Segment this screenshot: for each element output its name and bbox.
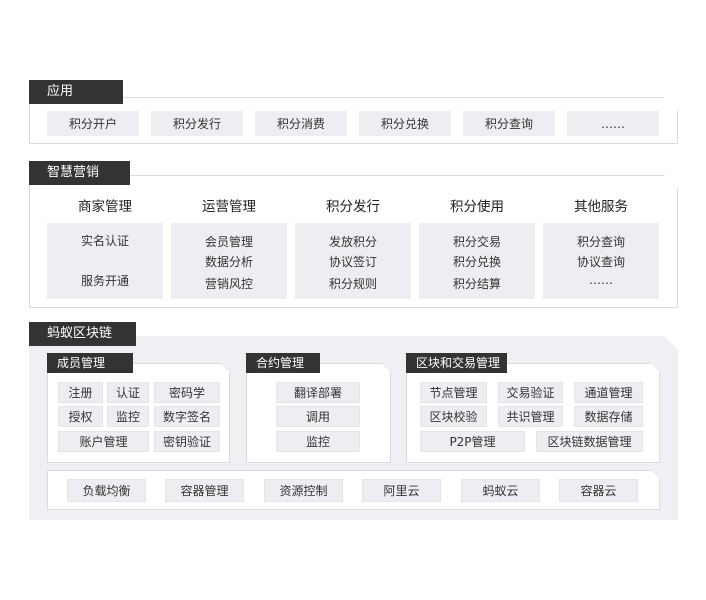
member-item[interactable]: 认证 <box>107 382 149 403</box>
marketing-item[interactable]: 服务开通 <box>47 272 163 289</box>
member-management-title: 成员管理 <box>47 353 133 373</box>
marketing-heading-issue: 积分发行 <box>326 199 380 215</box>
infra-item[interactable]: 资源控制 <box>264 479 343 502</box>
marketing-item[interactable]: 协议查询 <box>543 253 659 270</box>
member-item[interactable]: 数字签名 <box>154 406 220 427</box>
block-transaction-title: 区块和交易管理 <box>406 353 507 373</box>
app-item-more[interactable]: …… <box>567 111 659 136</box>
infra-item[interactable]: 蚂蚁云 <box>461 479 540 502</box>
marketing-heading-other: 其他服务 <box>574 199 628 215</box>
block-item[interactable]: 区块校验 <box>420 406 487 427</box>
marketing-item[interactable]: 营销风控 <box>171 275 287 292</box>
marketing-item[interactable]: 积分结算 <box>419 275 535 292</box>
contract-item[interactable]: 翻译部署 <box>276 382 360 403</box>
block-item[interactable]: 交易验证 <box>498 382 563 403</box>
marketing-item[interactable]: 积分兑换 <box>419 253 535 270</box>
blockchain-section-title: 蚂蚁区块链 <box>29 322 136 346</box>
block-item[interactable]: 共识管理 <box>498 406 563 427</box>
marketing-item-more[interactable]: …… <box>543 273 659 287</box>
contract-item[interactable]: 调用 <box>276 406 360 427</box>
block-item[interactable]: 通道管理 <box>574 382 643 403</box>
app-item[interactable]: 积分查询 <box>463 111 555 136</box>
infra-item[interactable]: 阿里云 <box>362 479 441 502</box>
block-item[interactable]: 数据存储 <box>574 406 643 427</box>
marketing-heading-usage: 积分使用 <box>450 199 504 215</box>
marketing-item[interactable]: 实名认证 <box>47 232 163 249</box>
member-item[interactable]: 监控 <box>107 406 149 427</box>
marketing-item[interactable]: 发放积分 <box>295 233 411 250</box>
marketing-item[interactable]: 数据分析 <box>171 253 287 270</box>
member-item[interactable]: 密码学 <box>154 382 220 403</box>
app-item[interactable]: 积分消费 <box>255 111 347 136</box>
block-item[interactable]: P2P管理 <box>420 431 525 452</box>
app-item[interactable]: 积分开户 <box>47 111 139 136</box>
marketing-item[interactable]: 积分查询 <box>543 233 659 250</box>
infra-item[interactable]: 容器管理 <box>165 479 244 502</box>
marketing-item[interactable]: 会员管理 <box>171 233 287 250</box>
contract-management-title: 合约管理 <box>246 353 320 373</box>
member-item[interactable]: 授权 <box>58 406 103 427</box>
infra-item[interactable]: 容器云 <box>559 479 638 502</box>
app-item[interactable]: 积分发行 <box>151 111 243 136</box>
block-item[interactable]: 节点管理 <box>420 382 487 403</box>
marketing-section-title: 智慧营销 <box>29 161 130 185</box>
block-item[interactable]: 区块链数据管理 <box>536 431 643 452</box>
marketing-item[interactable]: 协议签订 <box>295 253 411 270</box>
app-section-title: 应用 <box>29 80 123 104</box>
contract-item[interactable]: 监控 <box>276 431 360 452</box>
member-item[interactable]: 注册 <box>58 382 103 403</box>
marketing-heading-merchant: 商家管理 <box>78 199 132 215</box>
marketing-item[interactable]: 积分规则 <box>295 275 411 292</box>
member-item[interactable]: 密钥验证 <box>154 431 220 452</box>
marketing-item[interactable]: 积分交易 <box>419 233 535 250</box>
app-item[interactable]: 积分兑换 <box>359 111 451 136</box>
infra-item[interactable]: 负载均衡 <box>67 479 146 502</box>
member-item[interactable]: 账户管理 <box>58 431 149 452</box>
marketing-heading-operation: 运营管理 <box>202 199 256 215</box>
